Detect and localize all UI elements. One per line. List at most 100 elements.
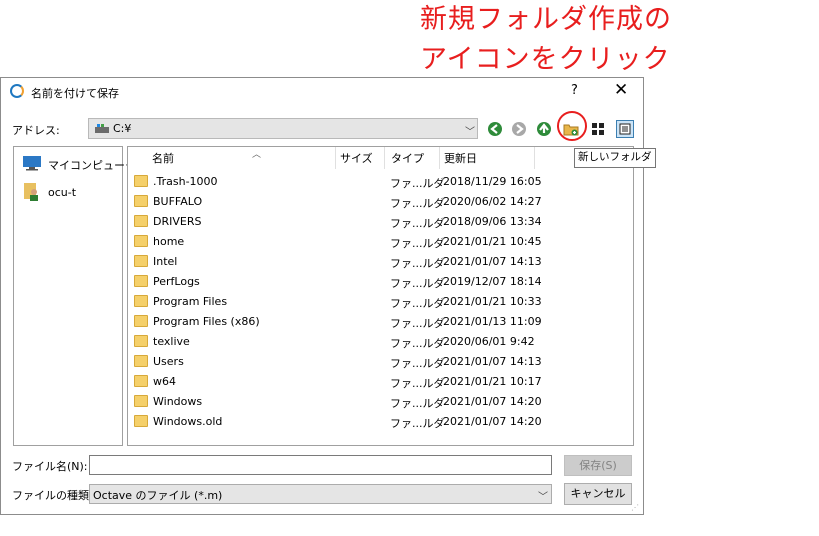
- file-type: ファ...ルダ: [390, 197, 445, 210]
- table-row[interactable]: DRIVERS ファ...ルダ 2018/09/06 13:34: [132, 212, 630, 232]
- file-name: PerfLogs: [153, 275, 200, 288]
- table-row[interactable]: BUFFALO ファ...ルダ 2020/06/02 14:27: [132, 192, 630, 212]
- file-modified: 2018/11/29 16:05: [443, 175, 542, 188]
- file-name: BUFFALO: [153, 195, 203, 208]
- sort-ascending-icon: ︿: [252, 150, 262, 160]
- file-modified: 2021/01/21 10:33: [443, 295, 542, 308]
- table-row[interactable]: texlive ファ...ルダ 2020/06/01 9:42: [132, 332, 630, 352]
- column-divider[interactable]: [335, 147, 336, 169]
- file-modified: 2020/06/02 14:27: [443, 195, 542, 208]
- back-icon[interactable]: [487, 121, 503, 137]
- resize-grip-icon[interactable]: ⋰: [631, 503, 639, 512]
- file-name: Windows: [153, 395, 203, 408]
- sidebar-item-label: ocu-t: [48, 186, 77, 199]
- folder-icon: [134, 335, 148, 347]
- chevron-down-icon[interactable]: ﹀: [538, 488, 548, 503]
- file-modified: 2019/12/07 18:14: [443, 275, 542, 288]
- title-bar: 名前を付けて保存 ? ✕: [1, 78, 643, 106]
- octave-app-icon: [10, 84, 24, 98]
- file-type: ファ...ルダ: [390, 237, 445, 250]
- file-modified: 2021/01/07 14:13: [443, 255, 542, 268]
- new-folder-tooltip: 新しいフォルダ: [574, 148, 656, 168]
- file-type: ファ...ルダ: [390, 357, 445, 370]
- folder-icon: [134, 375, 148, 387]
- file-type: ファ...ルダ: [390, 377, 445, 390]
- up-folder-icon[interactable]: [536, 121, 552, 137]
- column-header-type[interactable]: タイプ: [391, 150, 424, 166]
- column-header-name-label: 名前: [152, 152, 174, 165]
- file-type: ファ...ルダ: [390, 317, 445, 330]
- file-name: Program Files (x86): [153, 315, 260, 328]
- new-folder-highlight-circle: [557, 111, 587, 141]
- table-row[interactable]: Windows.old ファ...ルダ 2021/01/07 14:20: [132, 412, 630, 432]
- file-type: ファ...ルダ: [390, 257, 445, 270]
- table-row[interactable]: Users ファ...ルダ 2021/01/07 14:13: [132, 352, 630, 372]
- column-header-modified[interactable]: 更新日: [444, 150, 477, 166]
- file-type: ファ...ルダ: [390, 297, 445, 310]
- file-name: Users: [153, 355, 184, 368]
- computer-icon: [23, 156, 41, 171]
- annotation-line-1: 新規フォルダ作成の: [420, 4, 672, 35]
- table-row[interactable]: PerfLogs ファ...ルダ 2019/12/07 18:14: [132, 272, 630, 292]
- folder-icon: [134, 415, 148, 427]
- filename-field[interactable]: [89, 455, 552, 475]
- address-combobox[interactable]: C:¥ ﹀: [88, 118, 478, 139]
- file-type: ファ...ルダ: [390, 217, 445, 230]
- sidebar-item-label: マイコンピュータ: [48, 159, 136, 172]
- file-type: ファ...ルダ: [390, 177, 445, 190]
- address-value: C:¥: [113, 122, 132, 135]
- file-modified: 2021/01/07 14:20: [443, 395, 542, 408]
- user-folder-icon: [24, 183, 38, 201]
- file-name: .Trash-1000: [153, 175, 218, 188]
- column-divider[interactable]: [534, 147, 535, 169]
- folder-icon: [134, 355, 148, 367]
- dialog-title: 名前を付けて保存: [31, 87, 119, 100]
- folder-icon: [134, 315, 148, 327]
- folder-icon: [134, 215, 148, 227]
- table-row[interactable]: w64 ファ...ルダ 2021/01/21 10:17: [132, 372, 630, 392]
- close-button[interactable]: ✕: [614, 80, 628, 100]
- file-name: texlive: [153, 335, 190, 348]
- file-modified: 2021/01/07 14:13: [443, 355, 542, 368]
- table-row[interactable]: home ファ...ルダ 2021/01/21 10:45: [132, 232, 630, 252]
- file-name: home: [153, 235, 185, 248]
- column-header-size[interactable]: サイズ: [340, 150, 373, 166]
- address-label: アドレス:: [12, 124, 60, 137]
- help-button[interactable]: ?: [571, 83, 578, 98]
- column-divider[interactable]: [439, 147, 440, 169]
- cancel-button[interactable]: キャンセル: [564, 483, 632, 505]
- folder-icon: [134, 275, 148, 287]
- file-modified: 2021/01/21 10:45: [443, 235, 542, 248]
- chevron-down-icon[interactable]: ﹀: [465, 123, 475, 138]
- file-modified: 2021/01/13 11:09: [443, 315, 542, 328]
- folder-icon: [134, 395, 148, 407]
- annotation-line-2: アイコンをクリック: [420, 44, 671, 75]
- filetype-label: ファイルの種類:: [12, 489, 93, 502]
- table-row[interactable]: .Trash-1000 ファ...ルダ 2018/11/29 16:05: [132, 172, 630, 192]
- save-button[interactable]: 保存(S): [564, 455, 632, 476]
- icon-view-icon[interactable]: [590, 121, 606, 137]
- file-modified: 2021/01/21 10:17: [443, 375, 542, 388]
- detail-view-icon[interactable]: [616, 120, 634, 138]
- column-divider[interactable]: [384, 147, 385, 169]
- file-name: Intel: [153, 255, 178, 268]
- places-sidebar: マイコンピュータ ocu-t: [13, 146, 136, 446]
- file-type: ファ...ルダ: [390, 397, 445, 410]
- file-modified: 2020/06/01 9:42: [443, 335, 535, 348]
- file-list: 名前 ︿ サイズ タイプ 更新日 .Trash-1000 ファ...ルダ 2018/…: [127, 146, 634, 446]
- table-row[interactable]: Program Files ファ...ルダ 2021/01/21 10:33: [132, 292, 630, 312]
- table-row[interactable]: Windows ファ...ルダ 2021/01/07 14:20: [132, 392, 630, 412]
- instruction-annotation: 新規フォルダ作成の アイコンをクリック: [420, 0, 800, 80]
- filename-label: ファイル名(N):: [12, 460, 88, 473]
- folder-icon: [134, 255, 148, 267]
- file-name: Program Files: [153, 295, 228, 308]
- forward-icon[interactable]: [511, 121, 527, 137]
- drive-icon: [95, 124, 109, 133]
- save-as-dialog: 名前を付けて保存 ? ✕ アドレス: C:¥ ﹀ 新しいフォルダ マイコンピュー…: [0, 77, 656, 515]
- folder-icon: [134, 295, 148, 307]
- table-row[interactable]: Program Files (x86) ファ...ルダ 2021/01/13 11:…: [132, 312, 630, 332]
- column-header-name[interactable]: 名前 ︿: [152, 150, 261, 166]
- file-modified: 2021/01/07 14:20: [443, 415, 542, 428]
- table-row[interactable]: Intel ファ...ルダ 2021/01/07 14:13: [132, 252, 630, 272]
- filetype-select[interactable]: Octave のファイル (*.m) ﹀: [89, 484, 552, 504]
